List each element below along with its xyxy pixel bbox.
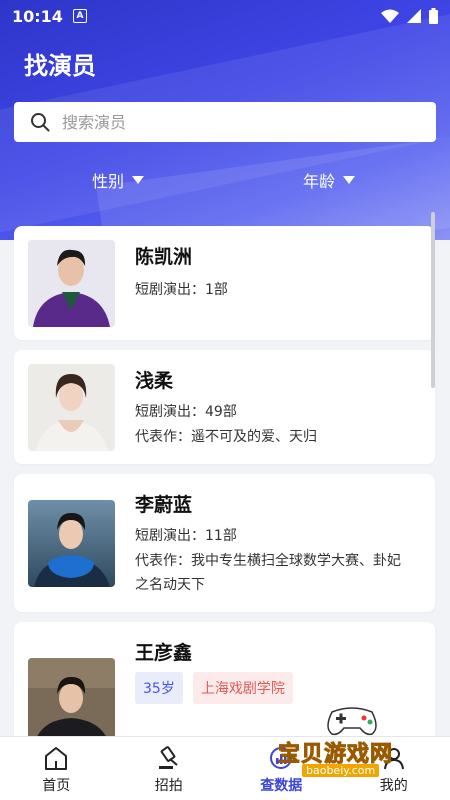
gamepad-icon bbox=[327, 707, 377, 736]
list-scrollbar[interactable] bbox=[431, 212, 435, 388]
watermark-url: baobeiy.com bbox=[302, 764, 380, 777]
actor-card[interactable]: 李蔚蓝 短剧演出：11部 代表作：我中专生横扫全球数学大赛、卦妃 之名动天下 bbox=[14, 474, 435, 612]
actor-representative-works-cont: 之名动天下 bbox=[135, 577, 205, 593]
nav-auction[interactable]: 招拍 bbox=[113, 737, 226, 800]
nav-home-label: 首页 bbox=[42, 778, 71, 794]
battery-icon bbox=[429, 8, 438, 24]
actor-name: 陈凯洲 bbox=[135, 246, 193, 268]
notification-icon: A bbox=[72, 9, 87, 23]
gavel-icon bbox=[158, 746, 178, 769]
status-time: 10:14 bbox=[12, 6, 63, 26]
actor-name: 浅柔 bbox=[135, 370, 174, 392]
actor-drama-count: 短剧演出：11部 bbox=[135, 528, 237, 544]
actor-card[interactable]: 陈凯洲 短剧演出：1部 bbox=[14, 226, 435, 340]
search-box[interactable] bbox=[14, 102, 436, 142]
actor-avatar bbox=[28, 500, 115, 587]
actor-list[interactable]: 陈凯洲 短剧演出：1部 浅柔 短剧演出：49部 代表作：遥不可及的爱、天归 李蔚… bbox=[0, 224, 450, 736]
dropdown-arrow-icon bbox=[132, 176, 145, 184]
watermark: 宝贝游戏网 baobeiy.com bbox=[262, 700, 432, 790]
signal-icon bbox=[407, 9, 421, 23]
actor-avatar bbox=[28, 364, 115, 451]
actor-representative-works: 代表作：遥不可及的爱、天归 bbox=[135, 429, 317, 445]
actor-name: 王彦鑫 bbox=[135, 642, 193, 664]
dropdown-arrow-icon bbox=[343, 176, 356, 184]
gender-filter[interactable]: 性别 bbox=[92, 168, 145, 192]
age-filter-label: 年龄 bbox=[303, 172, 336, 191]
search-input[interactable] bbox=[62, 112, 402, 132]
gender-filter-label: 性别 bbox=[92, 172, 125, 191]
actor-drama-count: 短剧演出：1部 bbox=[135, 282, 228, 298]
filter-bar: 性别 年龄 bbox=[0, 168, 450, 194]
page-title: 找演员 bbox=[24, 52, 96, 80]
home-icon bbox=[45, 747, 68, 770]
actor-representative-works: 代表作：我中专生横扫全球数学大赛、卦妃 bbox=[135, 553, 401, 569]
actor-drama-count: 短剧演出：49部 bbox=[135, 404, 237, 420]
wifi-icon bbox=[381, 9, 399, 23]
actor-card[interactable]: 浅柔 短剧演出：49部 代表作：遥不可及的爱、天归 bbox=[14, 350, 435, 464]
nav-home[interactable]: 首页 bbox=[0, 737, 113, 800]
age-tag: 35岁 bbox=[135, 672, 183, 704]
actor-name: 李蔚蓝 bbox=[135, 494, 193, 516]
actor-avatar bbox=[28, 240, 115, 327]
status-bar: 10:14 A bbox=[0, 0, 450, 32]
search-icon bbox=[31, 113, 50, 132]
actor-avatar bbox=[28, 658, 115, 736]
nav-auction-label: 招拍 bbox=[154, 778, 183, 794]
age-filter[interactable]: 年龄 bbox=[303, 168, 356, 192]
